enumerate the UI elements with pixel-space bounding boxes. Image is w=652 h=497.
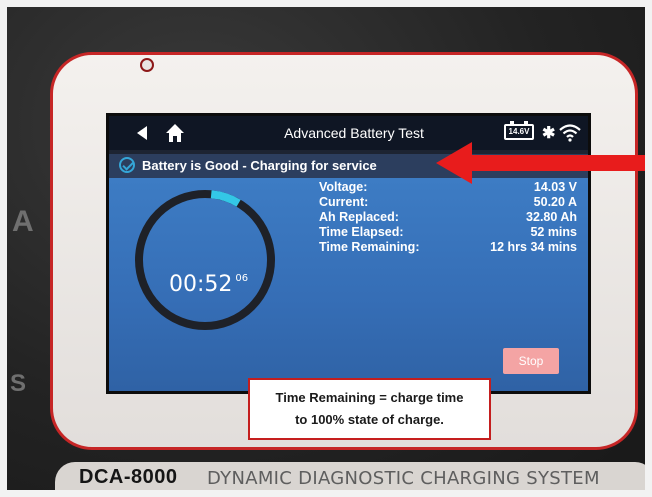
stop-button[interactable]: Stop [503,348,559,374]
timer-seconds: 06 [235,273,249,284]
brand-subtitle: DYNAMIC DIAGNOSTIC CHARGING SYSTEM [207,468,600,489]
stat-row-time-elapsed: Time Elapsed: 52 mins [319,225,577,240]
stat-label: Time Elapsed: [319,225,404,239]
device-label-plate: DCA-8000 DYNAMIC DIAGNOSTIC CHARGING SYS… [55,462,652,492]
panel-letter-top: A [12,205,34,238]
stat-value: 32.80 Ah [526,210,577,224]
annotation-arrow-icon [436,142,646,184]
bezel-screw-hole [140,58,154,72]
stat-label: Current: [319,195,369,209]
content-panel: 00:52 06 Voltage: 14.03 V Current: 50.20 … [109,178,588,391]
battery-voltage-badge: 14.6V [508,127,530,136]
stats-list: Voltage: 14.03 V Current: 50.20 A Ah Rep… [319,180,577,255]
brand-name: DCA-8000 [79,466,178,488]
stat-label: Ah Replaced: [319,210,399,224]
callout-line-1: Time Remaining = charge time [275,390,464,405]
callout-line-2: to 100% state of charge. [295,412,444,427]
timer-main: 00:52 [169,272,233,297]
status-message: Battery is Good - Charging for service [142,158,377,173]
check-circle-icon [119,157,135,173]
stat-value: 50.20 A [533,195,577,209]
stat-row-time-remaining: Time Remaining: 12 hrs 34 mins [319,240,577,255]
back-arrow-icon[interactable] [137,126,147,140]
home-icon[interactable] [165,123,185,143]
stat-value: 52 mins [530,225,577,239]
stat-row-current: Current: 50.20 A [319,195,577,210]
elapsed-timer: 00:52 06 [169,272,248,297]
progress-ring [135,190,275,330]
stat-label: Voltage: [319,180,368,194]
screen-title: Advanced Battery Test [284,125,424,141]
annotation-callout: Time Remaining = charge time to 100% sta… [248,378,491,440]
stat-row-ah-replaced: Ah Replaced: 32.80 Ah [319,210,577,225]
panel-letter-bottom: S [10,370,27,397]
stat-value: 12 hrs 34 mins [490,240,577,254]
stat-label: Time Remaining: [319,240,420,254]
